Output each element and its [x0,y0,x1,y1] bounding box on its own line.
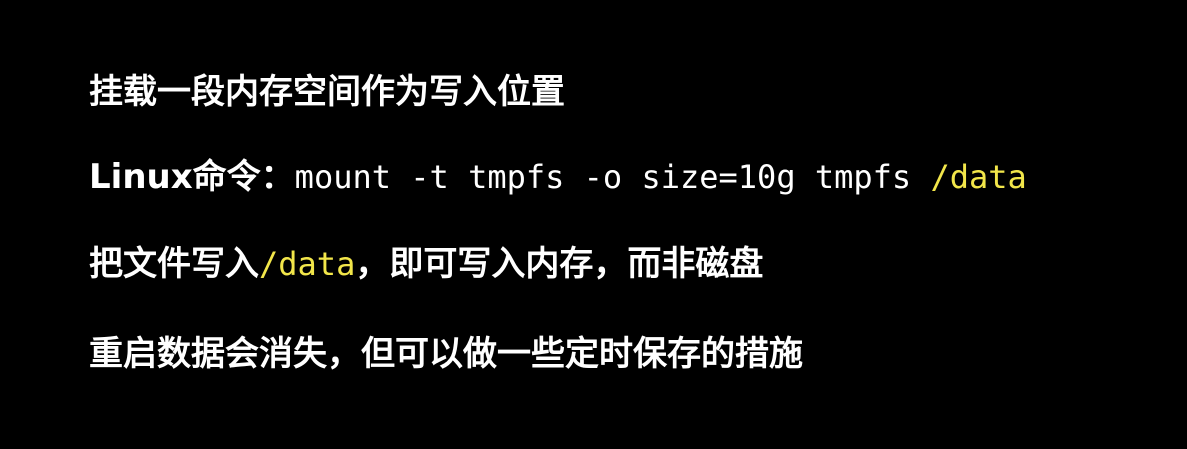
command-prefix: Linux命令： [89,157,295,197]
mount-command: mount -t tmpfs -o size=10g tmpfs [294,158,931,196]
heading-mount-memory: 挂载一段内存空间作为写入位置 [89,72,565,112]
data-path-highlight: /data [930,158,1027,196]
data-path-inline: /data [259,245,356,283]
slide: 挂载一段内存空间作为写入位置 Linux命令：mount -t tmpfs -o… [0,0,1187,449]
restart-warning-line: 重启数据会消失，但可以做一些定时保存的措施 [89,334,803,374]
write-before: 把文件写入 [89,244,259,284]
write-to-data-line: 把文件写入/data，即可写入内存，而非磁盘 [89,244,763,284]
write-after: ，即可写入内存，而非磁盘 [355,244,764,284]
linux-command-line: Linux命令：mount -t tmpfs -o size=10g tmpfs… [89,157,1027,197]
